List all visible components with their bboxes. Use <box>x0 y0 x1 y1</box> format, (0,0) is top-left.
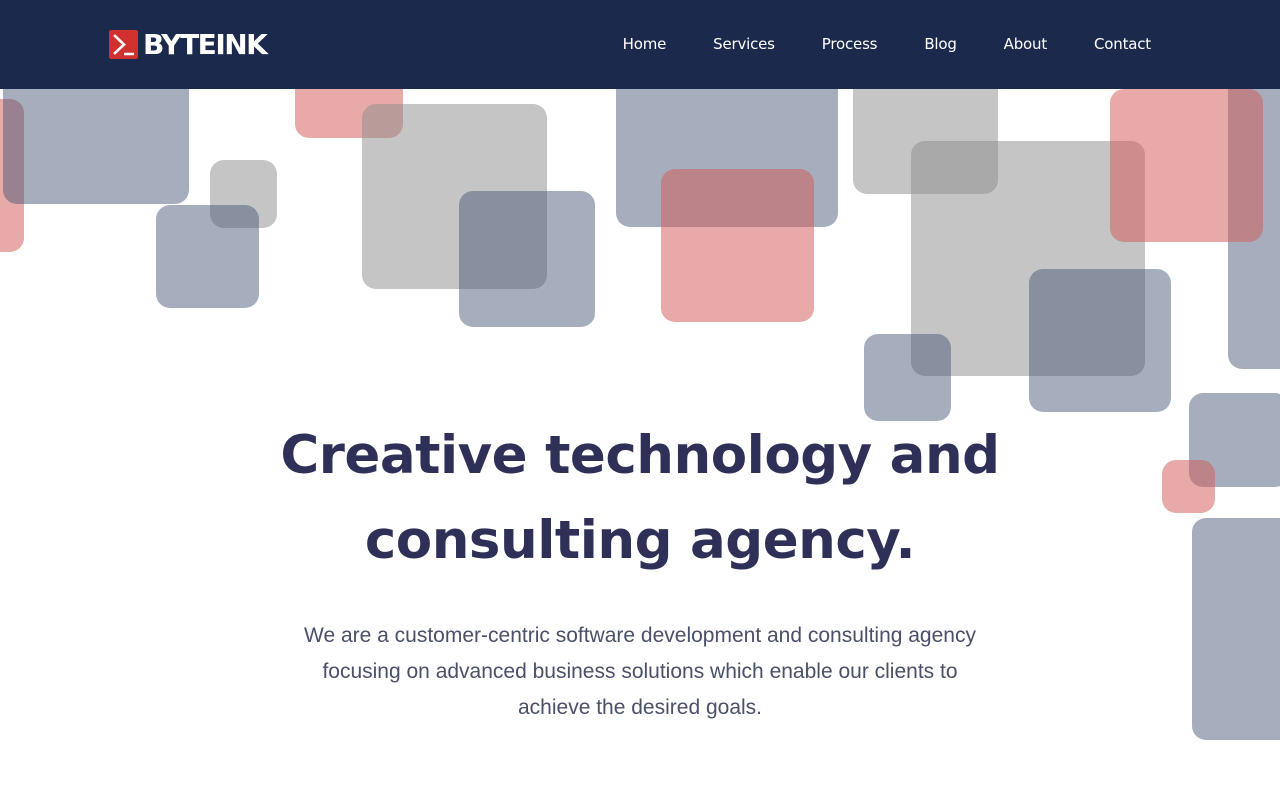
decor-square <box>156 205 259 308</box>
site-header: BYTEINK Home Services Process Blog About… <box>0 0 1280 89</box>
brand-name: BYTEINK <box>143 28 268 61</box>
nav-home[interactable]: Home <box>623 33 667 55</box>
nav-process[interactable]: Process <box>822 33 878 55</box>
main-nav: Home Services Process Blog About Contact <box>623 33 1152 55</box>
terminal-prompt-icon <box>109 30 138 59</box>
nav-services[interactable]: Services <box>713 33 775 55</box>
nav-blog[interactable]: Blog <box>924 33 957 55</box>
decor-square <box>459 191 595 327</box>
nav-contact[interactable]: Contact <box>1094 33 1151 55</box>
brand-logo[interactable]: BYTEINK <box>109 28 268 61</box>
decor-square <box>1029 269 1171 412</box>
hero-description: We are a customer-centric software devel… <box>304 624 976 719</box>
decor-square <box>1110 89 1263 242</box>
nav-about[interactable]: About <box>1004 33 1048 55</box>
decor-square <box>864 334 951 421</box>
hero-section: Creative technology and consulting agenc… <box>0 413 1280 726</box>
decor-square <box>661 169 814 322</box>
hero-title: Creative technology and consulting agenc… <box>280 425 1000 571</box>
